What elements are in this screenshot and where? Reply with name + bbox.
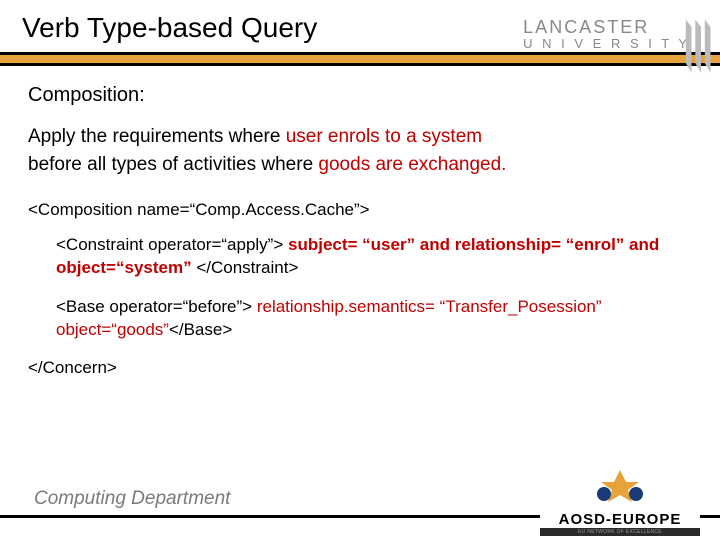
content-area: Composition: Apply the requirements wher… [0,66,720,378]
description-sentence: Apply the requirements where user enrols… [28,123,692,178]
logo-line1: LANCASTER [523,18,690,37]
aosd-subtitle: EU NETWORK OF EXCELLENCE [540,528,700,536]
constraint-close: </Constraint> [192,258,299,277]
logo-line2: U N I V E R S I T Y [523,37,690,51]
constraint-open: <Constraint operator=“apply”> [56,235,288,254]
department-label: Computing Department [34,488,230,510]
subhead: Composition: [28,84,692,107]
base-line: <Base operator=“before”> relationship.se… [56,296,692,342]
code-block: <Composition name=“Comp.Access.Cache”> <… [28,200,692,378]
sentence-part3: before all types of activities where [28,154,318,175]
aosd-logo: AOSD-EUROPE EU NETWORK OF EXCELLENCE [540,468,700,538]
lancaster-logo: LANCASTER U N I V E R S I T Y [523,18,690,51]
constraint-line: <Constraint operator=“apply”> subject= “… [56,234,692,280]
lancaster-mark-icon [682,16,720,76]
base-close: </Base> [169,320,232,339]
aosd-brand: AOSD-EUROPE [540,511,700,528]
header-accent [0,52,720,66]
base-open: <Base operator=“before”> [56,297,257,316]
sentence-part1: Apply the requirements where [28,126,286,147]
sentence-highlight2: goods are exchanged. [318,154,506,175]
composition-open: <Composition name=“Comp.Access.Cache”> [28,200,692,220]
concern-close: </Concern> [28,358,692,378]
aosd-star-icon [590,468,650,504]
sentence-highlight1: user enrols to a system [286,126,482,147]
